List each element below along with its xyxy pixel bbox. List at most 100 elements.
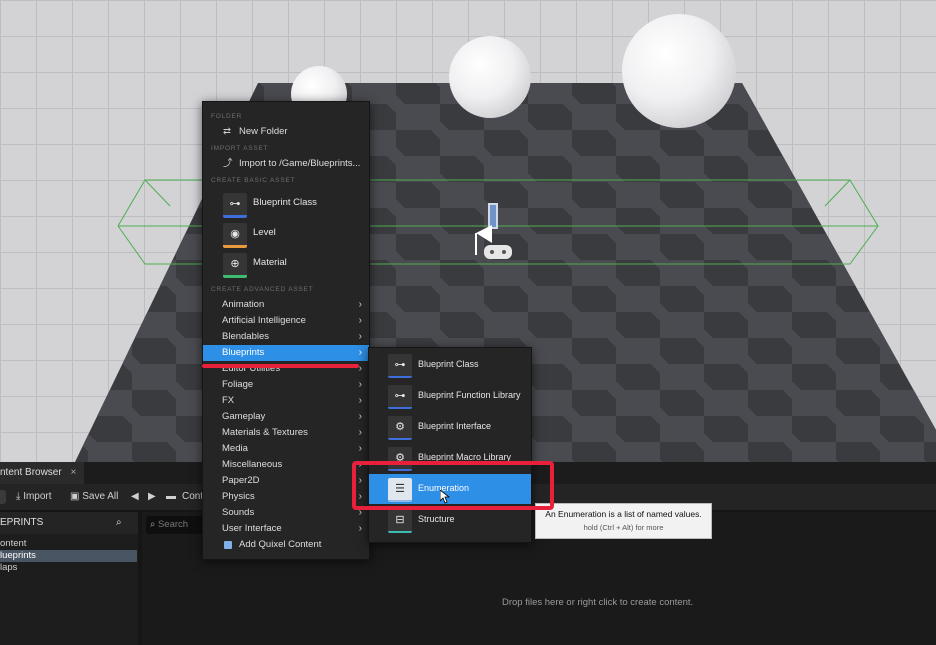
chevron-right-icon: ›: [358, 299, 362, 310]
content-browser-tab-label: ntent Browser: [0, 467, 62, 478]
sphere-large[interactable]: [622, 14, 736, 128]
search-input[interactable]: ⌕ Search: [146, 516, 206, 534]
sources-title: EPRINTS: [0, 517, 44, 528]
section-folder: FOLDER: [211, 113, 243, 120]
chevron-right-icon: ›: [358, 427, 362, 438]
chevron-right-icon: ›: [358, 523, 362, 534]
menu-item-label: Animation: [222, 299, 265, 310]
basic-item-label: Material: [253, 257, 287, 268]
chevron-right-icon: ›: [358, 331, 362, 342]
back-icon[interactable]: ◀: [131, 484, 139, 510]
basic-item-level[interactable]: ◉ Level: [203, 220, 369, 250]
close-icon[interactable]: ×: [70, 467, 76, 478]
basic-item-label: Blueprint Class: [253, 197, 317, 208]
annotation-underline: [202, 364, 359, 368]
submenu-item-blueprint-interface[interactable]: ⚙ Blueprint Interface: [369, 412, 531, 442]
menu-item-sounds[interactable]: Sounds ›: [203, 505, 369, 521]
menu-item-foliage[interactable]: Foliage ›: [203, 377, 369, 393]
search-icon: ⌕: [150, 519, 156, 530]
chevron-right-icon: ›: [358, 363, 362, 374]
sphere-medium[interactable]: [449, 36, 531, 118]
save-all-button[interactable]: ▣ Save All: [70, 484, 118, 510]
submenu-item-label: Blueprint Function Library: [418, 390, 521, 400]
new-folder-item[interactable]: ⇄ New Folder: [203, 124, 369, 140]
chevron-right-icon: ›: [358, 315, 362, 326]
structure-icon: ⊟: [388, 509, 412, 533]
player-start-icon[interactable]: [470, 203, 516, 265]
chevron-right-icon: ›: [358, 411, 362, 422]
menu-item-label: Blendables: [222, 331, 270, 342]
menu-item-label: Materials & Textures: [222, 427, 308, 438]
menu-item-add-quixel-content[interactable]: Add Quixel Content: [203, 537, 369, 553]
path-breadcrumb[interactable]: Cont: [182, 484, 203, 510]
import-button[interactable]: ⤓ Import: [16, 484, 52, 510]
save-icon: ▣: [70, 491, 80, 502]
empty-hint: Drop files here or right click to create…: [502, 597, 694, 608]
menu-item-paper2d[interactable]: Paper2D ›: [203, 473, 369, 489]
menu-item-label: Gameplay: [222, 411, 266, 422]
function-library-icon: ⊶: [388, 385, 412, 409]
basic-item-blueprint-class[interactable]: ⊶ Blueprint Class: [203, 190, 369, 220]
menu-item-label: Artificial Intelligence: [222, 315, 306, 326]
chevron-right-icon: ›: [358, 347, 362, 358]
mouse-cursor-icon: [440, 490, 450, 504]
import-to-item[interactable]: ⤴ Import to /Game/Blueprints...: [203, 156, 369, 172]
section-create-advanced-asset: CREATE ADVANCED ASSET: [211, 286, 314, 293]
import-to-label: Import to /Game/Blueprints...: [239, 158, 361, 169]
content-browser-tab[interactable]: ntent Browser ×: [0, 462, 85, 484]
forward-icon[interactable]: ▶: [148, 484, 156, 510]
chevron-right-icon: ›: [358, 443, 362, 454]
menu-item-materials-textures[interactable]: Materials & Textures ›: [203, 425, 369, 441]
submenu-item-label: Blueprint Interface: [418, 421, 492, 431]
section-import-asset: IMPORT ASSET: [211, 145, 269, 152]
search-placeholder: Search: [157, 519, 189, 530]
sources-header: EPRINTS ⌕: [0, 512, 138, 534]
menu-item-blueprints[interactable]: Blueprints ›: [203, 345, 369, 361]
basic-item-material[interactable]: ⊕ Material: [203, 250, 369, 280]
chevron-right-icon: ›: [358, 395, 362, 406]
menu-item-label: Paper2D: [222, 475, 260, 486]
menu-item-label: FX: [222, 395, 235, 406]
blueprint-class-icon: ⊶: [223, 193, 247, 218]
level-icon: ◉: [223, 223, 247, 248]
submenu-item-blueprint-function-library[interactable]: ⊶ Blueprint Function Library: [369, 381, 531, 411]
quixel-icon: [224, 541, 232, 549]
chevron-right-icon: ›: [358, 379, 362, 390]
menu-item-label: Add Quixel Content: [239, 539, 322, 550]
menu-item-label: Media: [222, 443, 248, 454]
blueprints-submenu: ⊶ Blueprint Class ⊶ Blueprint Function L…: [368, 347, 532, 543]
tooltip-text: An Enumeration is a list of named values…: [545, 509, 702, 519]
context-menu: FOLDER ⇄ New Folder IMPORT ASSET ⤴ Impor…: [202, 101, 370, 560]
menu-item-label: Blueprints: [222, 347, 265, 358]
submenu-item-blueprint-class[interactable]: ⊶ Blueprint Class: [369, 350, 531, 380]
menu-item-physics[interactable]: Physics ›: [203, 489, 369, 505]
blueprint-interface-icon: ⚙: [388, 416, 412, 440]
tree-item-content[interactable]: ontent: [0, 538, 137, 550]
menu-item-blendables[interactable]: Blendables ›: [203, 329, 369, 345]
search-icon[interactable]: ⌕: [116, 512, 122, 534]
material-icon: ⊕: [223, 253, 247, 278]
menu-item-miscellaneous[interactable]: Miscellaneous ›: [203, 457, 369, 473]
menu-item-fx[interactable]: FX ›: [203, 393, 369, 409]
submenu-item-label: Blueprint Class: [418, 359, 479, 369]
tooltip-hint: hold (Ctrl + Alt) for more: [583, 523, 664, 532]
menu-item-animation[interactable]: Animation ›: [203, 297, 369, 313]
save-all-label: Save All: [82, 491, 119, 502]
menu-item-label: Physics: [222, 491, 255, 502]
menu-item-label: Sounds: [222, 507, 255, 518]
blueprint-class-icon: ⊶: [388, 354, 412, 378]
import-icon: ⤓: [16, 491, 21, 502]
sources-panel: EPRINTS ⌕ ontent lueprints laps: [0, 512, 138, 645]
add-dropdown-icon[interactable]: [0, 490, 6, 504]
menu-item-media[interactable]: Media ›: [203, 441, 369, 457]
import-icon: ⤴: [223, 158, 233, 169]
menu-item-label: User Interface: [222, 523, 282, 534]
tree-item-blueprints[interactable]: lueprints: [0, 550, 137, 562]
menu-item-gameplay[interactable]: Gameplay ›: [203, 409, 369, 425]
tree-item-maps[interactable]: laps: [0, 562, 137, 574]
section-create-basic-asset: CREATE BASIC ASSET: [211, 177, 296, 184]
enumeration-tooltip: An Enumeration is a list of named values…: [535, 503, 712, 539]
menu-item-label: Foliage: [222, 379, 254, 390]
menu-item-user-interface[interactable]: User Interface ›: [203, 521, 369, 537]
menu-item-artificial-intelligence[interactable]: Artificial Intelligence ›: [203, 313, 369, 329]
